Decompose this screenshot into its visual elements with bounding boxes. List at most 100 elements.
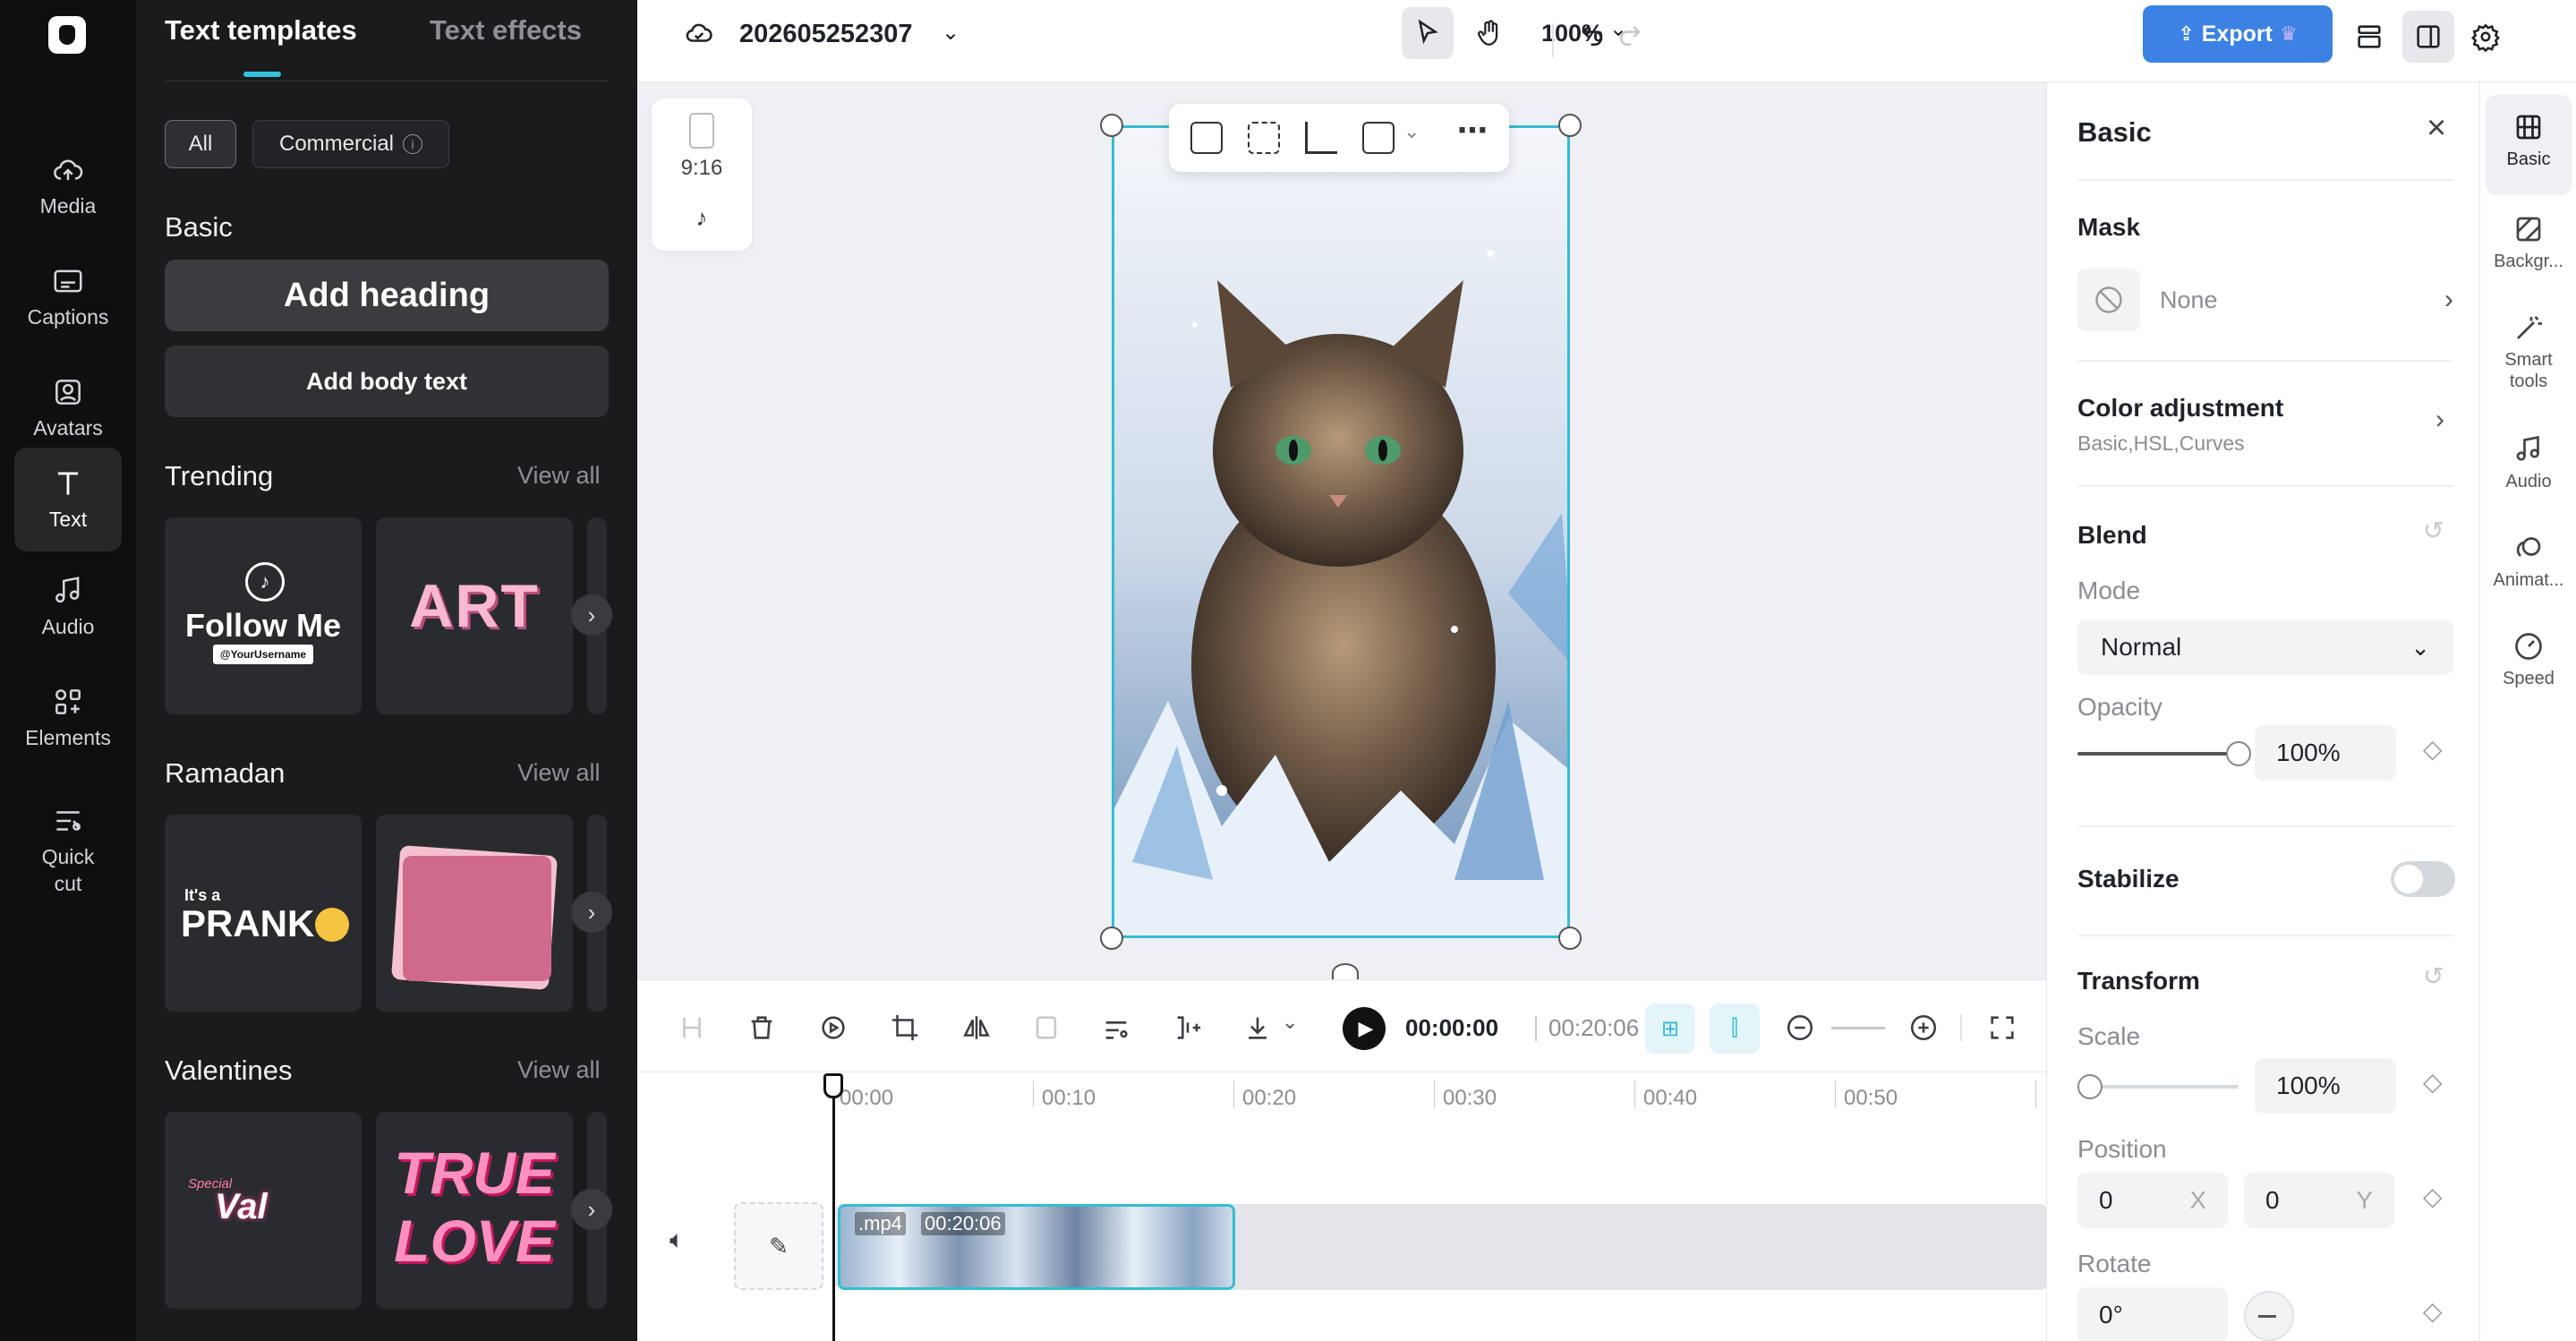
add-body-text-button[interactable]: Add body text bbox=[165, 346, 609, 417]
cover-edit-button[interactable]: ✎ bbox=[734, 1202, 823, 1290]
rail-item-avatars[interactable]: Avatars bbox=[14, 356, 122, 460]
position-x-input[interactable]: 0 X bbox=[2077, 1173, 2228, 1228]
flip-icon[interactable] bbox=[954, 1005, 999, 1050]
redo-button[interactable] bbox=[1604, 7, 1656, 59]
reset-icon[interactable]: ↺ bbox=[2423, 516, 2444, 545]
more-options-icon[interactable]: ⋯ bbox=[1457, 113, 1488, 149]
trim-icon[interactable] bbox=[1165, 1005, 1210, 1050]
zoom-slider[interactable] bbox=[1831, 1027, 1885, 1029]
scale-input[interactable]: 100% bbox=[2255, 1058, 2396, 1114]
split-icon[interactable] bbox=[670, 1005, 714, 1050]
hand-tool-button[interactable] bbox=[1464, 7, 1516, 59]
keyframe-icon[interactable]: ◇ bbox=[2423, 1296, 2443, 1326]
app-logo[interactable] bbox=[48, 16, 86, 54]
link-snap-button[interactable]: ⫿ bbox=[1710, 1004, 1760, 1054]
replay-icon[interactable] bbox=[811, 1005, 856, 1050]
template-card-val[interactable]: Special Val bbox=[165, 1112, 362, 1309]
ruler-tick bbox=[2035, 1080, 2036, 1107]
resize-handle[interactable] bbox=[1100, 114, 1123, 137]
tab-audio[interactable]: Audio bbox=[2486, 433, 2572, 492]
tab-speed[interactable]: Speed bbox=[2486, 630, 2572, 689]
export-button[interactable]: ⇪ Export ♛ bbox=[2143, 5, 2333, 63]
template-card-follow-me[interactable]: ♪ Follow Me @YourUsername bbox=[165, 517, 362, 714]
video-preview[interactable] bbox=[1112, 125, 1570, 938]
template-card-true-love[interactable]: TRUE LOVE bbox=[376, 1112, 573, 1309]
aspect-ratio-card[interactable]: 9:16 ♪ bbox=[652, 98, 752, 251]
rail-item-elements[interactable]: Elements bbox=[14, 666, 122, 770]
video-clip[interactable]: .mp4 00:20:06 bbox=[838, 1204, 1235, 1290]
scale-slider-knob[interactable] bbox=[2077, 1074, 2103, 1099]
keyframe-icon[interactable]: ◇ bbox=[2423, 1182, 2443, 1211]
scroll-right-button[interactable]: › bbox=[571, 1189, 612, 1230]
zoom-out-icon[interactable] bbox=[1778, 1005, 1822, 1050]
rotate-dial[interactable] bbox=[2244, 1291, 2294, 1341]
tab-animation[interactable]: Animat... bbox=[2486, 532, 2572, 591]
position-y-input[interactable]: 0 Y bbox=[2244, 1173, 2394, 1228]
download-icon[interactable] bbox=[1235, 1005, 1280, 1050]
rail-item-quick-cut[interactable]: Quick cut bbox=[14, 788, 122, 913]
rail-item-audio[interactable]: Audio bbox=[14, 555, 122, 659]
template-card-pink-frame[interactable] bbox=[376, 815, 573, 1012]
color-adjustment-title[interactable]: Color adjustment bbox=[2077, 394, 2283, 423]
rail-item-media[interactable]: Media bbox=[14, 134, 122, 238]
tab-text-templates[interactable]: Text templates bbox=[165, 14, 357, 47]
panel-toggle-icon[interactable] bbox=[2402, 11, 2454, 63]
filter-all-chip[interactable]: All bbox=[165, 120, 236, 168]
zoom-in-icon[interactable] bbox=[1901, 1005, 1946, 1050]
cloud-sync-icon[interactable] bbox=[673, 7, 725, 59]
rotate-input[interactable]: 0° bbox=[2077, 1287, 2228, 1341]
view-all-ramadan-link[interactable]: View all bbox=[517, 759, 601, 787]
keyframe-icon[interactable]: ◇ bbox=[2423, 734, 2443, 764]
opacity-slider-knob[interactable] bbox=[2226, 741, 2251, 766]
rail-label: Avatars bbox=[33, 416, 103, 440]
chevron-right-icon[interactable]: › bbox=[2435, 405, 2444, 435]
card-text: PRANK bbox=[181, 902, 315, 944]
close-icon[interactable]: × bbox=[2427, 109, 2446, 148]
playhead-handle[interactable] bbox=[823, 1073, 843, 1098]
blend-mode-select[interactable]: Normal ⌄ bbox=[2077, 619, 2453, 675]
picture-in-picture-icon[interactable] bbox=[1362, 122, 1395, 154]
crop-icon[interactable] bbox=[1305, 122, 1337, 154]
resize-handle[interactable] bbox=[1100, 927, 1123, 950]
speed-adjust-icon[interactable] bbox=[1094, 1005, 1139, 1050]
tab-text-effects[interactable]: Text effects bbox=[430, 14, 582, 47]
filter-commercial-chip[interactable]: Commercial i bbox=[252, 120, 449, 168]
remove-background-icon[interactable] bbox=[1248, 122, 1280, 154]
view-all-trending-link[interactable]: View all bbox=[517, 462, 601, 490]
reset-icon[interactable]: ↺ bbox=[2423, 961, 2444, 991]
volume-icon[interactable]: 🔈︎ bbox=[670, 1226, 685, 1255]
playhead[interactable] bbox=[832, 1073, 835, 1341]
chevron-down-icon[interactable]: ⌄ bbox=[1282, 1011, 1298, 1034]
replace-image-icon[interactable] bbox=[1190, 122, 1223, 154]
tab-smart-tools[interactable]: Smart tools bbox=[2486, 312, 2572, 392]
tab-basic[interactable]: Basic bbox=[2486, 95, 2572, 195]
view-all-valentines-link[interactable]: View all bbox=[517, 1056, 601, 1084]
play-icon: ▶ bbox=[1358, 1017, 1374, 1039]
mask-selector[interactable]: None › bbox=[2077, 267, 2453, 333]
scroll-right-button[interactable]: › bbox=[571, 594, 612, 636]
chevron-down-icon[interactable]: ⌄ bbox=[1403, 120, 1420, 143]
delete-icon[interactable] bbox=[739, 1005, 784, 1050]
play-button[interactable]: ▶ bbox=[1343, 1007, 1386, 1050]
resize-handle[interactable] bbox=[1558, 927, 1582, 950]
scroll-right-button[interactable]: › bbox=[571, 892, 612, 933]
magnet-snap-button[interactable]: ⊞ bbox=[1645, 1004, 1695, 1054]
settings-icon[interactable] bbox=[2460, 11, 2512, 63]
template-card-prank[interactable]: It's a PRANK bbox=[165, 815, 362, 1012]
rail-item-captions[interactable]: Captions bbox=[14, 245, 122, 349]
select-tool-button[interactable] bbox=[1402, 7, 1454, 59]
keyframe-icon[interactable]: ◇ bbox=[2423, 1067, 2443, 1097]
rail-item-text[interactable]: Text bbox=[14, 448, 122, 551]
stabilize-toggle[interactable] bbox=[2391, 861, 2455, 897]
layers-icon[interactable] bbox=[2343, 11, 2395, 63]
freeze-icon[interactable] bbox=[1024, 1005, 1069, 1050]
opacity-input[interactable]: 100% bbox=[2255, 725, 2396, 781]
chevron-down-icon[interactable]: ⌄ bbox=[942, 20, 960, 46]
project-name[interactable]: 202605252307 bbox=[739, 20, 913, 49]
template-card-art[interactable]: ART bbox=[376, 517, 573, 714]
crop-icon[interactable] bbox=[883, 1005, 927, 1050]
resize-handle[interactable] bbox=[1558, 114, 1582, 137]
add-heading-button[interactable]: Add heading bbox=[165, 260, 609, 331]
fullscreen-icon[interactable] bbox=[1980, 1005, 2025, 1050]
tab-background[interactable]: Backgr... bbox=[2486, 213, 2572, 272]
